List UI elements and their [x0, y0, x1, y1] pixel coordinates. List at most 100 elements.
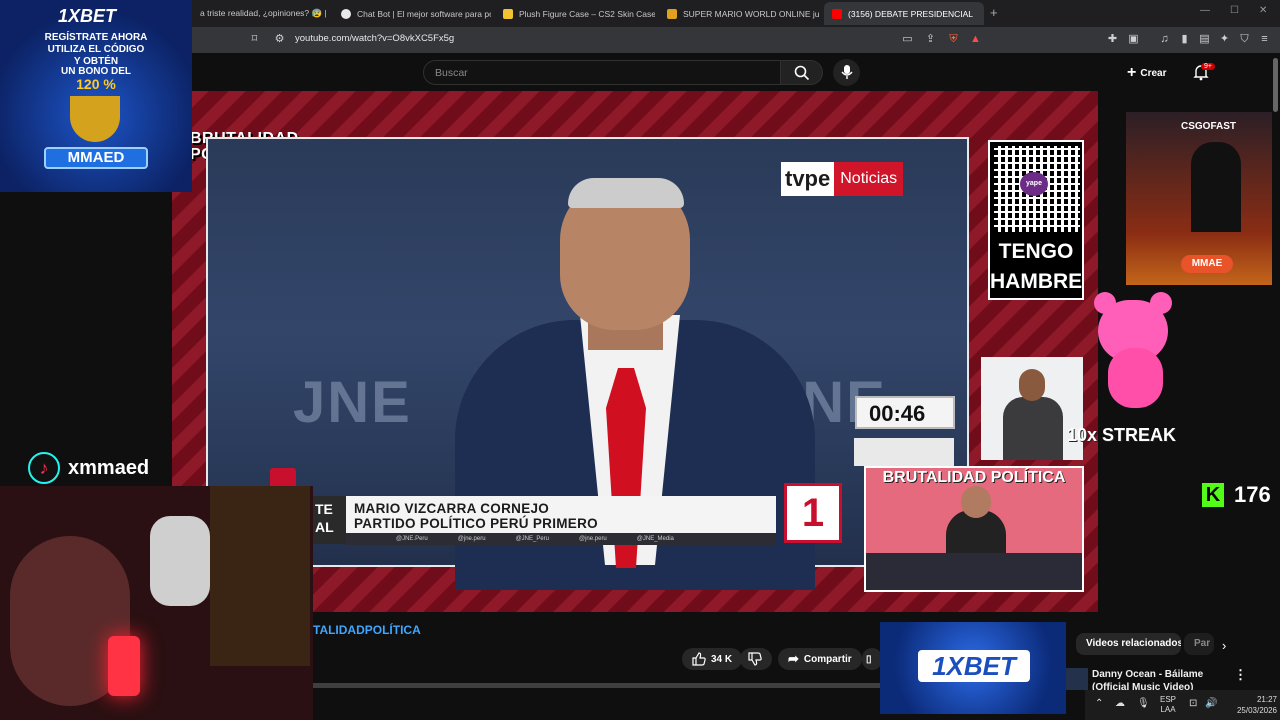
candidate-name: MARIO VIZCARRA CORNEJO — [354, 501, 550, 516]
ai-icon[interactable]: ✦ — [1218, 33, 1231, 46]
promo-code: MMAED — [44, 147, 148, 169]
tab-title: SUPER MARIO WORLD ONLINE jueg — [683, 8, 819, 19]
maximize-icon[interactable]: ☐ — [1230, 5, 1239, 16]
thumbs-down-icon — [748, 652, 762, 666]
interpreter-body — [1003, 397, 1063, 460]
cloud-icon[interactable]: ☁ — [1115, 698, 1125, 709]
bear-body — [1108, 348, 1163, 408]
tab-favicon-icon — [341, 8, 351, 19]
scrollbar-thumb[interactable] — [1273, 58, 1278, 112]
chip-more[interactable]: Par — [1184, 633, 1214, 655]
system-tray: ⌃ ☁ 🎙 ESP LAA ⊡ 🔊 21:27 25/03/2026 — [1085, 690, 1280, 720]
webcam-background — [210, 486, 310, 666]
bookmark-icon[interactable]: ⌑ — [248, 33, 261, 46]
vpn-icon[interactable]: ⛉ — [1238, 33, 1251, 46]
donation-qr-panel: yape TENGO HAMBRE — [988, 140, 1084, 300]
tiktok-handle: ♪ xmmaed — [28, 452, 149, 484]
channel-link[interactable]: TALIDADPOLÍTICA — [313, 623, 421, 637]
tab-title: Plush Figure Case – CS2 Skin Case O — [519, 8, 655, 19]
like-count: 34 K — [711, 653, 733, 665]
trophy-icon — [70, 96, 120, 142]
menu-icon[interactable]: ≡ — [1258, 33, 1271, 46]
share-page-icon[interactable]: ⇪ — [924, 33, 937, 46]
page-scrollbar[interactable] — [1272, 53, 1280, 693]
cast-icon[interactable]: ▭ — [901, 33, 914, 46]
tab-3[interactable]: SUPER MARIO WORLD ONLINE jueg — [659, 2, 819, 25]
tab-active[interactable]: (3156) DEBATE PRESIDENCIAL ✕ — [824, 2, 984, 25]
streamer-set-inset: BRUTALIDAD POLÍTICA — [864, 466, 1084, 592]
share-button[interactable]: ➦ Compartir — [778, 648, 862, 670]
close-window-icon[interactable]: ✕ — [1259, 5, 1267, 16]
chip-related-videos[interactable]: Videos relacionados — [1076, 633, 1181, 655]
minimize-icon[interactable]: — — [1200, 5, 1210, 16]
candidate-number: 1 — [801, 490, 825, 535]
tray-microphone-icon[interactable]: 🎙 — [1137, 698, 1150, 709]
tray-chevron-icon[interactable]: ⌃ — [1095, 698, 1103, 709]
screenshot-icon[interactable]: ▣ — [1127, 33, 1140, 46]
related-video-title[interactable]: Danny Ocean - Báilame (Official Music Vi… — [1092, 668, 1228, 690]
bookmark-save-icon: ▯ — [866, 653, 872, 665]
search-input[interactable]: Buscar — [423, 60, 781, 85]
yape-logo: yape — [1020, 172, 1048, 196]
csgofast-ad[interactable]: CSGOFAST MMAE — [1126, 112, 1280, 285]
jne-emblem-icon — [270, 468, 296, 488]
rewards-icon[interactable]: ▲ — [969, 33, 982, 46]
social-handle: @jne.peru — [457, 536, 486, 542]
ad-bonus: 120 % — [76, 76, 116, 92]
ad-character — [1191, 142, 1241, 232]
webcam-lamp — [108, 636, 140, 696]
tab-1[interactable]: Chat Bot | El mejor software para pot — [333, 2, 491, 25]
tab-favicon-icon — [667, 8, 677, 19]
debate-timer: 00:46 — [855, 396, 955, 429]
brave-shield-icon[interactable]: ⛨ — [947, 33, 960, 46]
new-tab-button[interactable]: + — [990, 5, 998, 20]
tab-title: Chat Bot | El mejor software para pot — [357, 8, 491, 19]
keyboard-language[interactable]: ESP LAA — [1160, 695, 1176, 715]
volume-icon[interactable]: 🔊 — [1205, 698, 1217, 709]
interpreter-face — [1019, 369, 1045, 401]
related-video-thumbnail[interactable] — [1066, 668, 1088, 690]
extensions-icon[interactable]: ✚ — [1106, 33, 1119, 46]
candidate-number-badge: 1 — [784, 483, 842, 543]
social-handles-bar: @JNE.Peru @jne.peru @JNE_Peru @jne.peru … — [346, 533, 776, 545]
network-icon[interactable]: ⊡ — [1189, 698, 1197, 709]
tab-title: (3156) DEBATE PRESIDENCIAL — [848, 8, 974, 19]
lang-line: LAA — [1160, 705, 1176, 714]
sidebar-icon[interactable]: ▮ — [1178, 33, 1191, 46]
more-options-icon[interactable]: ⋮ — [1234, 667, 1247, 683]
video-progress-track[interactable] — [313, 683, 880, 688]
clock-date: 25/03/2026 — [1236, 706, 1277, 715]
url-field[interactable]: youtube.com/watch?v=O8vkXC5Fx5g — [295, 33, 454, 44]
dislike-button[interactable] — [740, 648, 772, 670]
search-button[interactable] — [781, 60, 823, 85]
voice-search-button[interactable] — [833, 59, 860, 86]
youtube-favicon-icon — [832, 8, 842, 19]
secondary-camera — [854, 438, 954, 466]
address-bar: ⌑ ⚙ youtube.com/watch?v=O8vkXC5Fx5g ▭ ⇪ … — [0, 27, 1280, 53]
ad-line: UTILIZA EL CÓDIGO — [47, 44, 145, 55]
social-handle: @JNE_Peru — [515, 536, 549, 542]
media-icon[interactable]: ♫ — [1158, 33, 1171, 46]
1xbet-bottom-ad[interactable]: 1XBET — [880, 622, 1066, 714]
tab-0[interactable]: a triste realidad, ¿opiniones? 😰 | Ti — [192, 2, 327, 25]
create-button[interactable]: + Crear — [1127, 64, 1166, 82]
site-info-icon[interactable]: ⚙ — [273, 33, 286, 46]
timer-text: 00:46 — [869, 401, 926, 426]
webcam-chair — [150, 516, 210, 606]
wallet-icon[interactable]: ▤ — [1198, 33, 1211, 46]
plus-icon: + — [1127, 64, 1137, 81]
clock[interactable]: 21:27 25/03/2026 — [1225, 694, 1277, 716]
save-button[interactable]: ▯ — [862, 648, 882, 670]
ad-line: REGÍSTRATE AHORA — [44, 32, 148, 43]
create-label: Crear — [1140, 67, 1167, 79]
qr-caption: TENGO HAMBRE — [990, 237, 1082, 297]
chevron-right-icon[interactable]: › — [1222, 638, 1226, 653]
share-label: Compartir — [803, 653, 852, 665]
kick-count: 176 — [1234, 482, 1271, 507]
side-caption-text: TE AL — [315, 501, 334, 535]
1xbet-promo-ad[interactable]: 1XBET REGÍSTRATE AHORA UTILIZA EL CÓDIGO… — [0, 0, 192, 192]
like-button[interactable]: 34 K — [682, 648, 743, 670]
csgofast-code: MMAE — [1181, 255, 1233, 273]
clock-time: 21:27 — [1256, 695, 1277, 704]
tab-2[interactable]: Plush Figure Case – CS2 Skin Case O — [495, 2, 655, 25]
